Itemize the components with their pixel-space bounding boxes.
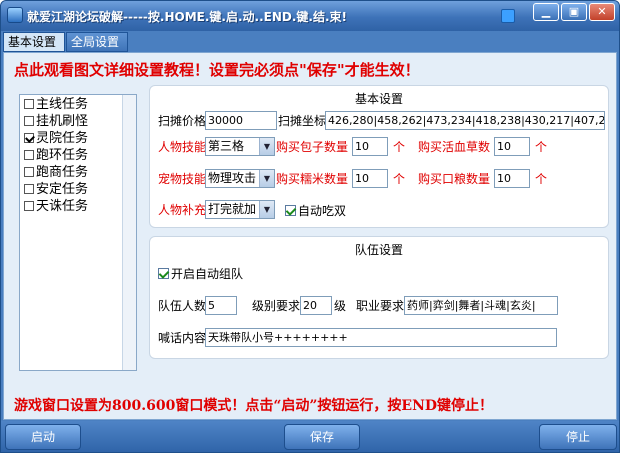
team-count-input[interactable]: 5 (205, 296, 237, 315)
group-title: 队伍设置 (354, 243, 403, 257)
team-count-label: 队伍人数 (158, 299, 207, 313)
list-item[interactable]: 跑商任务 (24, 165, 88, 181)
task-checkbox[interactable] (24, 99, 34, 109)
task-checkbox[interactable] (24, 167, 34, 177)
app-window: 就爱江湖论坛破解-----按.HOME.键.启.动..END.键.结.束! ▁ … (0, 0, 620, 453)
app-icon (7, 7, 23, 23)
task-list-scrollbar[interactable] (122, 95, 136, 370)
start-button[interactable]: 启动 (5, 424, 81, 450)
close-button[interactable]: ✕ (589, 3, 615, 21)
group-title: 基本设置 (354, 92, 403, 106)
list-item[interactable]: 主线任务 (24, 97, 88, 113)
list-item[interactable]: 安定任务 (24, 182, 88, 198)
unit-label: 个 (393, 172, 406, 186)
auto-eat-checkbox[interactable]: 自动吃双 (285, 203, 346, 219)
scan-coords-label: 扫摊坐标 (278, 114, 327, 128)
char-refill-label: 人物补充 (158, 203, 207, 217)
buy-ration-input[interactable]: 10 (494, 169, 530, 188)
buy-bun-label: 购买包子数量 (276, 140, 349, 154)
list-item[interactable]: 跑环任务 (24, 148, 88, 164)
unit-label: 个 (535, 140, 548, 154)
chevron-down-icon[interactable]: ▼ (259, 170, 274, 187)
level-req-label: 级别要求 (252, 299, 301, 313)
scan-price-input[interactable]: 30000 (205, 111, 277, 130)
title-bar[interactable]: 就爱江湖论坛破解-----按.HOME.键.启.动..END.键.结.束! ▁ … (1, 1, 619, 31)
level-unit-label: 级 (334, 299, 347, 313)
check-icon[interactable] (158, 268, 169, 279)
skin-icon[interactable] (501, 9, 515, 23)
job-req-input[interactable]: 药师|弈剑|舞者|斗魂|玄炎| (404, 296, 558, 315)
task-checkbox[interactable] (24, 150, 34, 160)
auto-team-checkbox[interactable]: 开启自动组队 (158, 266, 243, 282)
shout-label: 喊话内容 (158, 331, 207, 345)
tab-basic-settings[interactable]: 基本设置 (3, 32, 65, 52)
minimize-button[interactable]: ▁ (533, 3, 559, 21)
save-button[interactable]: 保存 (284, 424, 360, 450)
task-checkbox[interactable] (24, 133, 34, 143)
pet-skill-label: 宠物技能 (158, 172, 207, 186)
window-title: 就爱江湖论坛破解-----按.HOME.键.启.动..END.键.结.束! (27, 10, 347, 24)
shout-input[interactable]: 天珠带队小号++++++++ (205, 328, 557, 347)
buy-rice-label: 购买糯米数量 (276, 172, 349, 186)
buy-ration-label: 购买口粮数量 (418, 172, 491, 186)
chevron-down-icon[interactable]: ▼ (259, 138, 274, 155)
task-checkbox[interactable] (24, 116, 34, 126)
buy-bun-input[interactable]: 10 (352, 137, 388, 156)
basic-settings-group: 基本设置 扫摊价格 30000 扫摊坐标 426,280|458,262|473… (149, 85, 609, 228)
tab-global-settings[interactable]: 全局设置 (66, 32, 128, 52)
task-list[interactable]: 主线任务 挂机刷怪 灵院任务 跑环任务 跑商任务 安定任务 天诛任务 (19, 94, 137, 371)
list-item[interactable]: 天诛任务 (24, 199, 88, 215)
char-refill-select[interactable]: 打完就加 ▼ (205, 200, 275, 219)
restore-button[interactable]: ▣ (561, 3, 587, 21)
list-item[interactable]: 灵院任务 (24, 131, 88, 147)
scan-price-label: 扫摊价格 (158, 114, 207, 128)
scan-coords-input[interactable]: 426,280|458,262|473,234|418,238|430,217|… (325, 111, 605, 130)
task-checkbox[interactable] (24, 201, 34, 211)
buy-herb-input[interactable]: 10 (494, 137, 530, 156)
list-item[interactable]: 挂机刷怪 (24, 114, 88, 130)
bottom-toolbar: 启动 保存 停止 (1, 421, 619, 452)
tutorial-link[interactable]: 点此观看图文详细设置教程！设置完必须点"保存"才能生效！ (14, 59, 420, 80)
check-icon[interactable] (285, 205, 296, 216)
pet-skill-select[interactable]: 物理攻击 ▼ (205, 169, 275, 188)
tab-content: 点此观看图文详细设置教程！设置完必须点"保存"才能生效！ 主线任务 挂机刷怪 灵… (3, 52, 617, 420)
buy-herb-label: 购买活血草数 (418, 140, 491, 154)
buy-rice-input[interactable]: 10 (352, 169, 388, 188)
unit-label: 个 (535, 172, 548, 186)
char-skill-select[interactable]: 第三格 ▼ (205, 137, 275, 156)
unit-label: 个 (393, 140, 406, 154)
footer-note: 游戏窗口设置为800.600窗口模式！点击“启动”按钮运行，按END键停止！ (14, 398, 494, 414)
char-skill-label: 人物技能 (158, 140, 207, 154)
level-req-input[interactable]: 20 (300, 296, 332, 315)
task-checkbox[interactable] (24, 184, 34, 194)
job-req-label: 职业要求 (356, 299, 405, 313)
stop-button[interactable]: 停止 (539, 424, 617, 450)
team-settings-group: 队伍设置 开启自动组队 队伍人数 5 级别要求 20 级 职业要求 药师|弈剑|… (149, 236, 609, 359)
chevron-down-icon[interactable]: ▼ (259, 201, 274, 218)
